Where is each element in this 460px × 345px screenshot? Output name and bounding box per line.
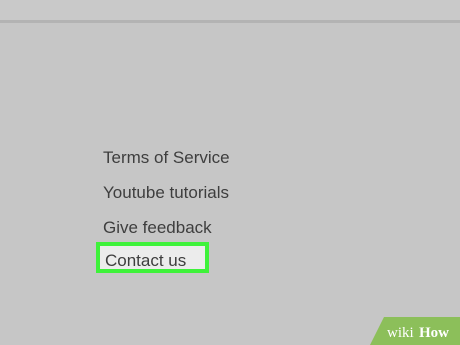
youtube-tutorials-link[interactable]: Youtube tutorials [103,179,230,214]
wikihow-watermark: wiki How [370,317,460,345]
top-divider [0,20,460,23]
contact-us-link[interactable]: Contact us [96,242,209,273]
top-bar [0,0,460,20]
wikihow-logo: wiki How [370,317,460,345]
terms-of-service-link[interactable]: Terms of Service [103,144,230,179]
footer-menu: Terms of Service Youtube tutorials Give … [96,144,230,273]
watermark-suffix: How [419,325,449,341]
watermark-prefix: wiki [387,325,414,341]
